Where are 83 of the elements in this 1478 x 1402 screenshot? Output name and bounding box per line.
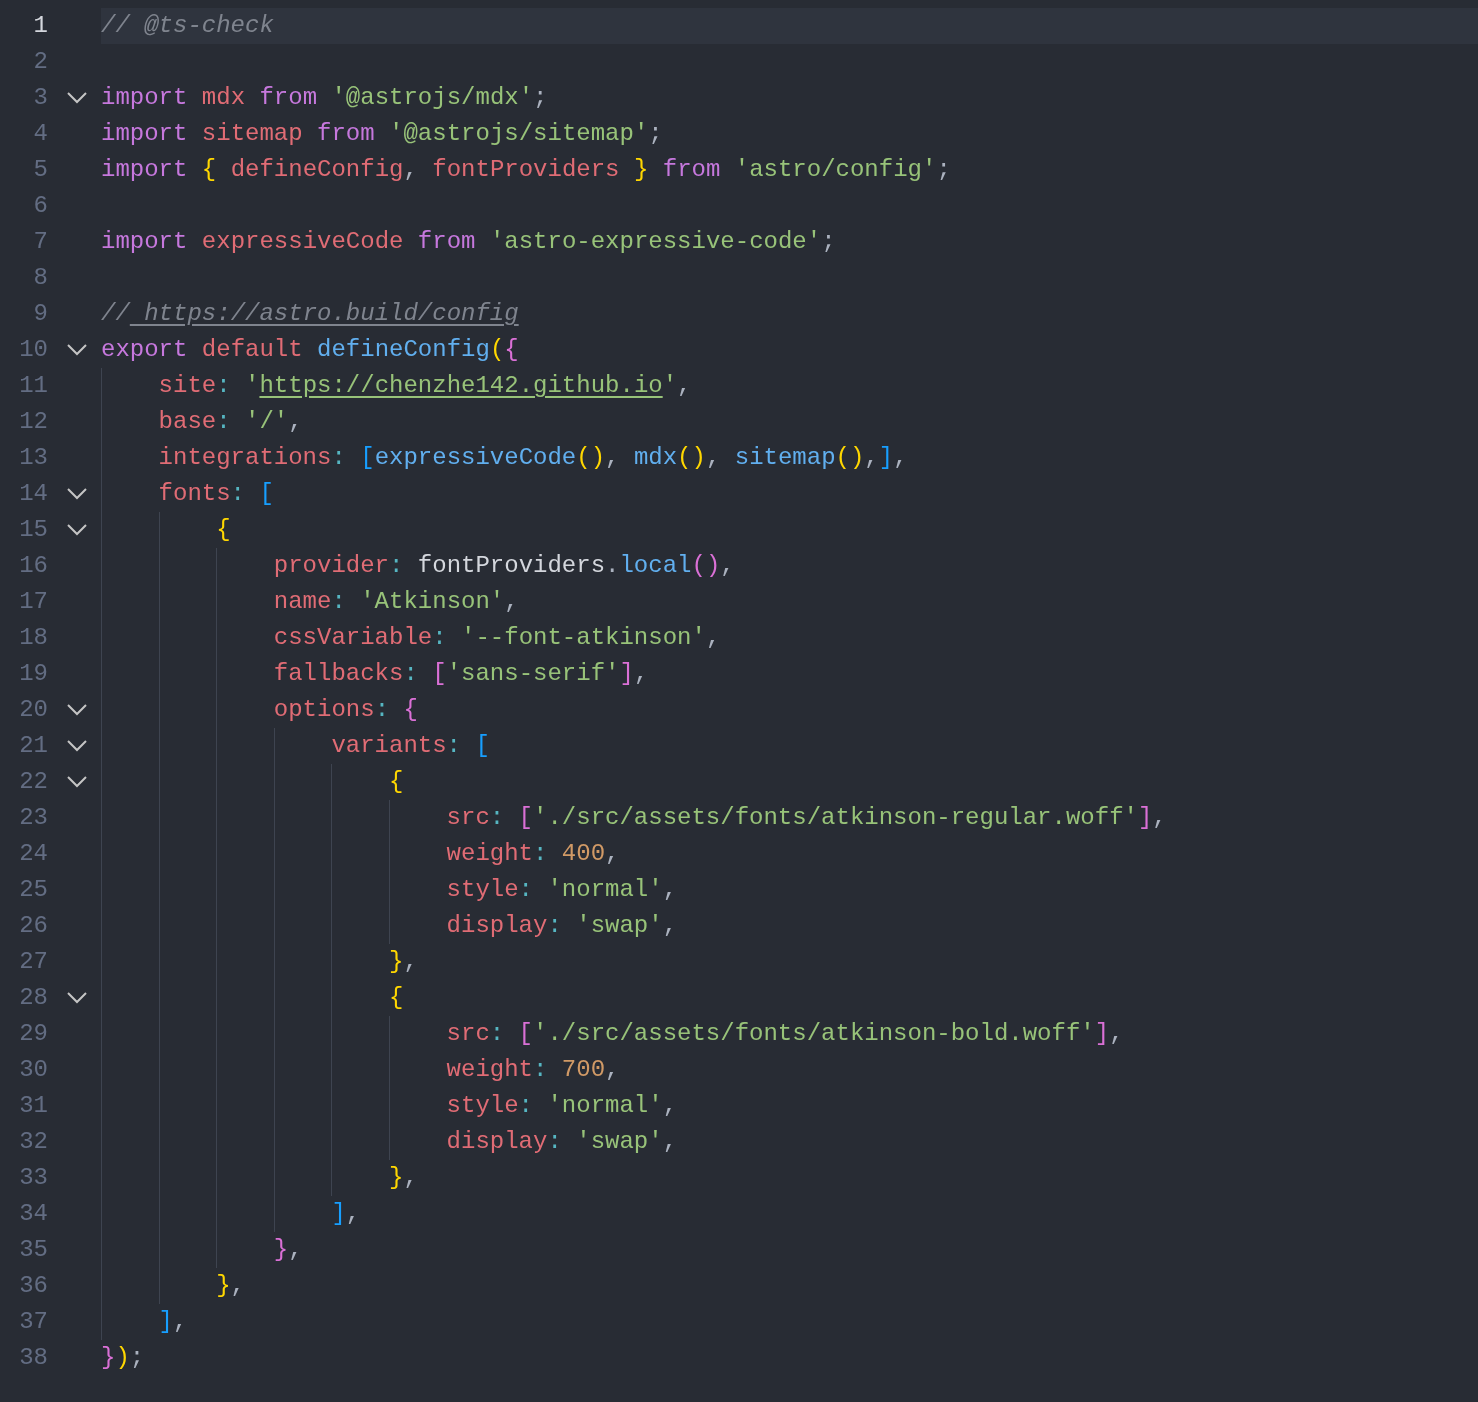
code-line: variants: [: [331, 731, 490, 761]
line-number: 27: [18, 947, 48, 977]
line-number: 5: [32, 155, 48, 185]
line-number: 33: [18, 1163, 48, 1193]
link[interactable]: https://chenzhe142.github.io: [259, 372, 663, 399]
line-number: 14: [18, 479, 48, 509]
line-number: 20: [18, 695, 48, 725]
line-number: 12: [18, 407, 48, 437]
line-number: 6: [32, 191, 48, 221]
code-line: src: ['./src/assets/fonts/atkinson-bold.woff'],: [446, 1019, 1124, 1049]
chevron-icon[interactable]: [67, 776, 87, 788]
line-number: 34: [18, 1199, 48, 1229]
line-number: 38: [18, 1343, 48, 1373]
code-line: weight: 700,: [446, 1055, 620, 1085]
line-number: 23: [18, 803, 48, 833]
line-number: 10: [18, 335, 48, 365]
code-line: site: 'https://chenzhe142.github.io',: [158, 371, 692, 401]
line-number: 26: [18, 911, 48, 941]
link[interactable]: https://astro.build/config: [129, 300, 519, 327]
code-line: integrations: [expressiveCode(), mdx(), sitemap(),],: [158, 443, 908, 473]
code-line: provider: fontProviders.local(),: [273, 551, 735, 581]
code-line: },: [216, 1271, 245, 1301]
code-line: fallbacks: ['sans-serif'],: [273, 659, 649, 689]
line-number: 11: [18, 371, 48, 401]
chevron-icon[interactable]: [67, 524, 87, 536]
line-number: 9: [32, 299, 48, 329]
line-number: 15: [18, 515, 48, 545]
chevron-icon[interactable]: [67, 344, 87, 356]
line-number: 21: [18, 731, 48, 761]
code-line: src: ['./src/assets/fonts/atkinson-regular.woff'],: [446, 803, 1167, 833]
line-number: 31: [18, 1091, 48, 1121]
line-number: 25: [18, 875, 48, 905]
line-number: 2: [32, 47, 48, 77]
code-line: fonts: [: [158, 479, 274, 509]
code-line: base: '/',: [158, 407, 303, 437]
code-line: {: [389, 983, 404, 1013]
line-number: 7: [32, 227, 48, 257]
line-number: 36: [18, 1271, 48, 1301]
code-line: // @ts-check: [101, 11, 274, 41]
line-number: 37: [18, 1307, 48, 1337]
code-line: ],: [331, 1199, 361, 1229]
code-line: export default defineConfig({: [101, 335, 519, 365]
line-number: 24: [18, 839, 48, 869]
line-number: 22: [18, 767, 48, 797]
code-line: // https://astro.build/config: [101, 299, 519, 329]
line-number: 32: [18, 1127, 48, 1157]
line-number: 8: [32, 263, 48, 293]
line-number: 16: [18, 551, 48, 581]
line-number: 3: [32, 83, 48, 113]
line-number: 1: [32, 11, 48, 41]
code-line: },: [273, 1235, 303, 1265]
code-line: weight: 400,: [446, 839, 620, 869]
code-line: ],: [158, 1307, 188, 1337]
code-line: });: [101, 1343, 145, 1373]
line-number: 17: [18, 587, 48, 617]
code-line: style: 'normal',: [446, 875, 678, 905]
code-line: import sitemap from '@astrojs/sitemap';: [101, 119, 663, 149]
chevron-icon[interactable]: [67, 92, 87, 104]
chevron-icon[interactable]: [67, 740, 87, 752]
line-number: 18: [18, 623, 48, 653]
code-line: },: [389, 1163, 418, 1193]
code-line: display: 'swap',: [446, 911, 678, 941]
code-line: options: {: [273, 695, 418, 725]
line-number: 29: [18, 1019, 48, 1049]
line-number: 13: [18, 443, 48, 473]
code-line: cssVariable: '--font-atkinson',: [273, 623, 721, 653]
code-line: },: [389, 947, 418, 977]
code-line: style: 'normal',: [446, 1091, 678, 1121]
code-line: {: [389, 767, 404, 797]
code-line: {: [216, 515, 231, 545]
line-number: 28: [18, 983, 48, 1013]
code-line: import mdx from '@astrojs/mdx';: [101, 83, 548, 113]
code-line: import { defineConfig, fontProviders } from 'astro/config';: [101, 155, 951, 185]
code-line: name: 'Atkinson',: [273, 587, 519, 617]
code-line: import expressiveCode from 'astro-expressive-code';: [101, 227, 836, 257]
line-number: 35: [18, 1235, 48, 1265]
chevron-icon[interactable]: [67, 704, 87, 716]
line-number: 19: [18, 659, 48, 689]
line-number: 30: [18, 1055, 48, 1085]
line-number: 4: [32, 119, 48, 149]
chevron-icon[interactable]: [67, 992, 87, 1004]
code-line: display: 'swap',: [446, 1127, 678, 1157]
chevron-icon[interactable]: [67, 488, 87, 500]
